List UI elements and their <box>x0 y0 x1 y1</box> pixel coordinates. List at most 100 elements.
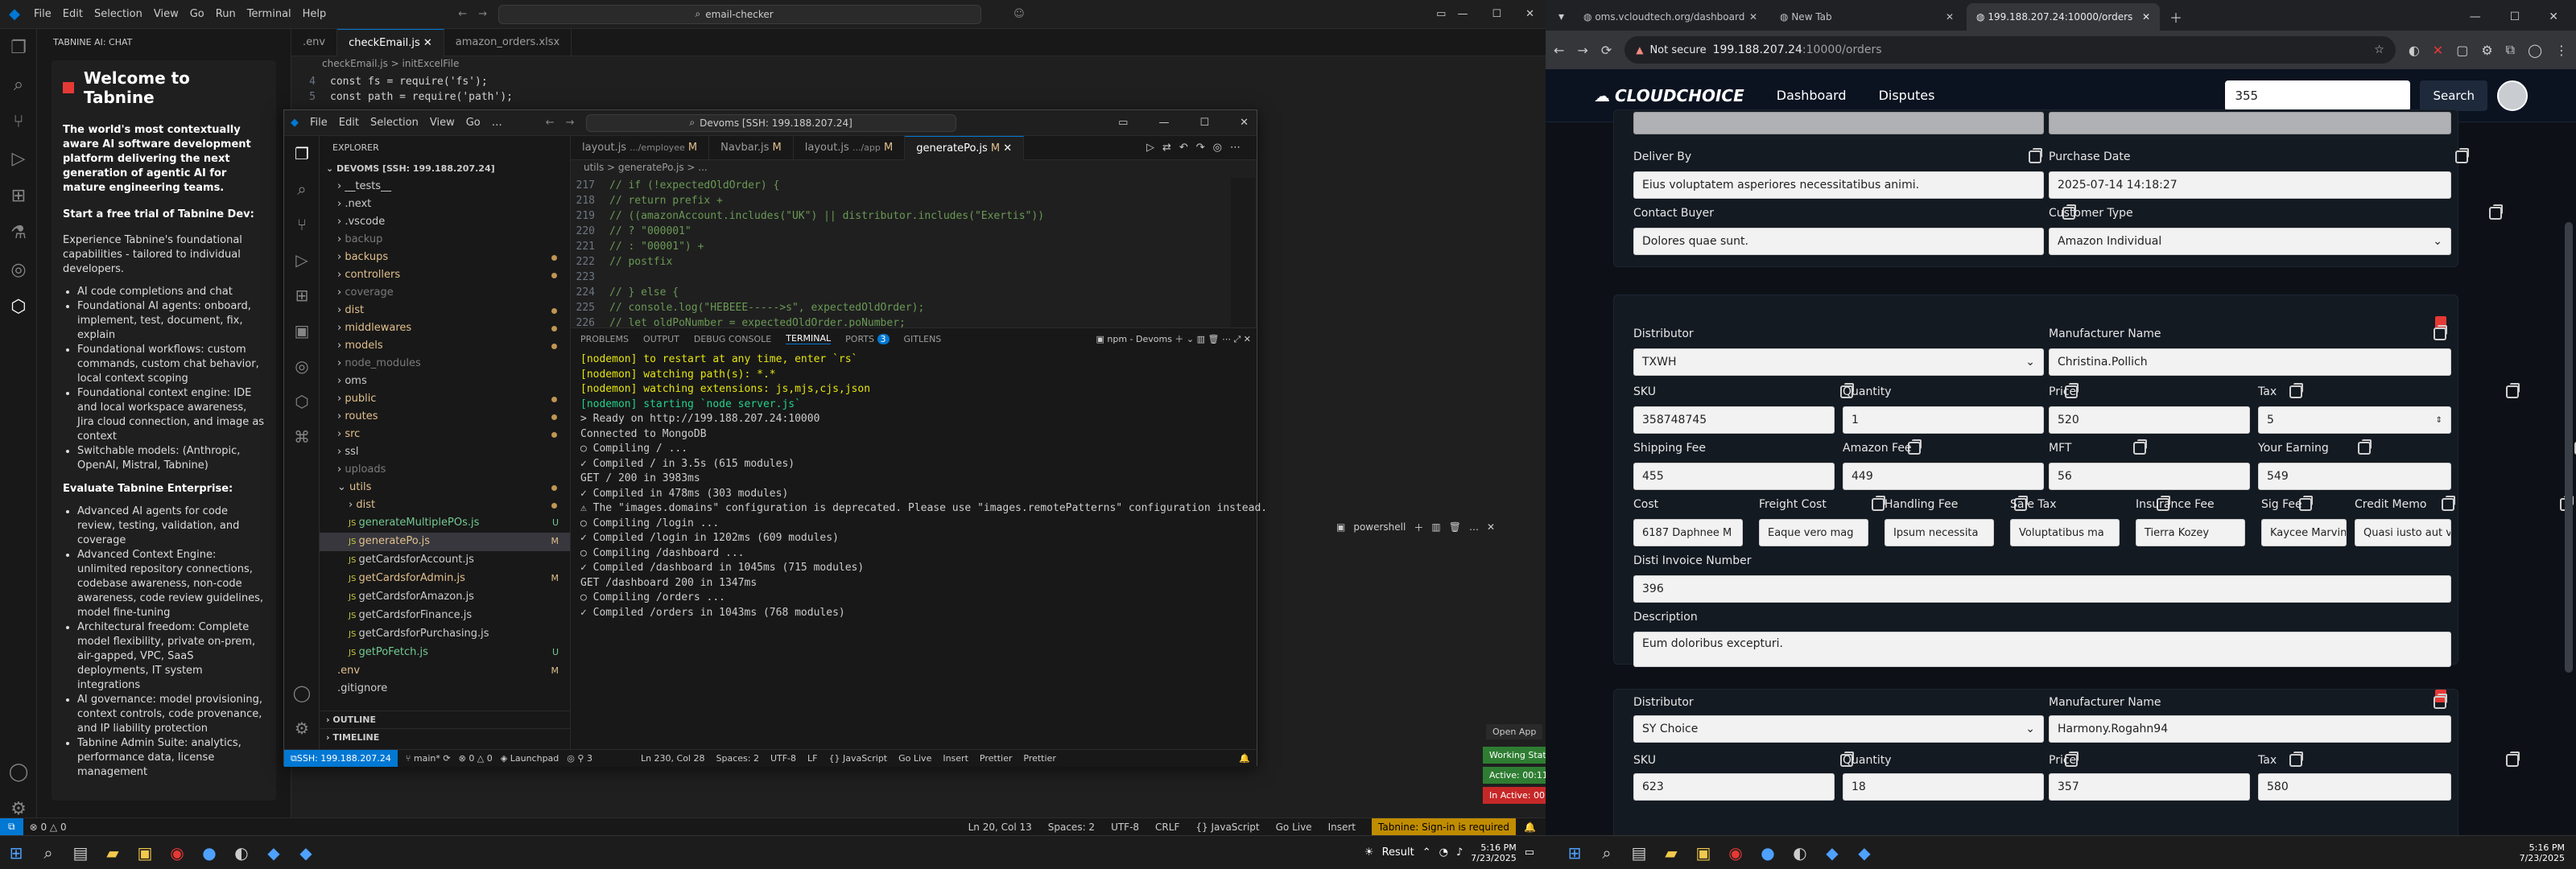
tree-item[interactable]: .env M <box>320 662 570 680</box>
windows-start-icon[interactable]: ⊞ <box>1558 837 1591 869</box>
tree-item[interactable]: JS getCardsforAmazon.js <box>320 588 570 607</box>
tree-item[interactable]: JS getCardsforAccount.js <box>320 551 570 570</box>
extension-icon-2[interactable]: ✕ <box>2433 43 2443 58</box>
terminal-label[interactable]: powershell <box>1353 521 1406 533</box>
clock[interactable]: 5:16 PM 7/23/2025 <box>1471 842 1516 863</box>
profile-icon[interactable]: ◯ <box>2528 43 2542 58</box>
amazon-fee-field[interactable]: 449 <box>1843 463 2044 490</box>
scrolled-input[interactable] <box>1633 112 2044 134</box>
explorer-icon[interactable]: ❐ <box>284 136 320 171</box>
copy-icon[interactable] <box>2506 383 2520 398</box>
extension-icon-4[interactable]: ⚙ <box>2481 43 2492 58</box>
copy-icon[interactable] <box>2289 383 2304 398</box>
file-explorer-icon[interactable]: ▰ <box>97 837 129 869</box>
quantity-field[interactable]: 18 <box>1843 773 2044 801</box>
scrollbar-thumb[interactable] <box>2565 222 2573 673</box>
tax-field[interactable]: 580 <box>2258 773 2451 801</box>
clock[interactable]: 5:16 PM 7/23/2025 <box>2520 842 2565 863</box>
freight-cost-field[interactable]: Eaque vero mag <box>1759 519 1868 546</box>
tab-dashboard[interactable]: ◍ oms.vcloudtech.org/dashboard ✕ <box>1574 3 1767 31</box>
chrome-menu-icon[interactable]: ⋮ <box>2555 43 2568 58</box>
search-button[interactable]: Search <box>2420 80 2487 111</box>
encoding[interactable]: UTF-8 <box>770 753 796 764</box>
terminal-output[interactable]: [nodemon] to restart at any time, enter … <box>571 349 1267 624</box>
notifications-bell-icon[interactable]: 🔔 <box>1239 753 1250 764</box>
tree-item[interactable]: › .next <box>320 196 570 213</box>
notification-icon[interactable]: ▭ <box>1525 846 1534 859</box>
tree-item[interactable]: › controllers <box>320 266 570 284</box>
cost-field[interactable]: 6187 Daphnee M <box>1633 519 1743 546</box>
code-line[interactable]: 222// postfix <box>571 254 1231 270</box>
tab-env[interactable]: .env <box>291 28 338 56</box>
tree-item[interactable]: › coverage <box>320 284 570 302</box>
credit-memo-field[interactable]: Quasi iusto aut v <box>2355 519 2451 546</box>
command-center-search[interactable]: ⌕ email-checker <box>498 4 982 24</box>
copy-icon[interactable] <box>2489 204 2504 220</box>
cloudchoice-logo[interactable]: ☁ CLOUDCHOICE <box>1594 86 1744 105</box>
go-live[interactable]: Go Live <box>1276 822 1312 833</box>
notifications-bell-icon[interactable]: 🔔 <box>1524 822 1536 833</box>
price-field[interactable]: 357 <box>2049 773 2250 801</box>
order-search-input[interactable]: 355 <box>2225 80 2411 111</box>
tabnine-icon[interactable]: ⬡ <box>284 384 320 419</box>
menu-run[interactable]: Run <box>216 8 236 20</box>
tab-generatepo[interactable]: generatePo.js M ✕ <box>905 135 1025 160</box>
close-icon[interactable]: ✕ <box>2549 10 2558 23</box>
launchpad[interactable]: ◈ Launchpad <box>501 753 559 764</box>
store-icon[interactable]: ▣ <box>129 837 161 869</box>
chrome-icon[interactable]: ◉ <box>161 837 193 869</box>
nav-disputes[interactable]: Disputes <box>1879 88 1935 103</box>
more-icon[interactable]: … <box>1469 521 1479 533</box>
language-mode[interactable]: {} JavaScript <box>1195 822 1259 833</box>
testing-icon[interactable]: ⚗ <box>0 214 37 251</box>
menu-edit[interactable]: Edit <box>339 117 359 129</box>
minimize-icon[interactable]: — <box>1158 117 1169 129</box>
vscode-icon[interactable]: ◆ <box>258 837 290 869</box>
menu-view[interactable]: View <box>154 8 179 20</box>
copy-icon[interactable] <box>2289 752 2304 767</box>
distributor-select[interactable]: SY Choice ⌄ <box>1633 715 2044 743</box>
maximize-icon[interactable]: ☐ <box>1199 117 1209 129</box>
sig-fee-field[interactable]: Kaycee Marvin <box>2261 519 2347 546</box>
go-live[interactable]: Go Live <box>898 753 931 764</box>
run-debug-icon[interactable]: ▷ <box>0 140 37 177</box>
tab-new-tab[interactable]: ◍ New Tab ✕ <box>1770 3 1963 31</box>
sale-tax-field[interactable]: Voluptatibus ma <box>2010 519 2120 546</box>
remote-indicator[interactable]: ⧉ <box>0 818 23 836</box>
copy-icon[interactable] <box>2357 439 2372 455</box>
app-icon[interactable]: ◐ <box>1784 837 1816 869</box>
tax-stepper[interactable]: 5 ⇕ <box>2258 406 2451 434</box>
code-line[interactable]: 226// let oldPoNumber = expectedOldOrder… <box>571 315 1231 327</box>
add-terminal-icon[interactable]: ＋ <box>1414 521 1423 534</box>
code-line[interactable]: 224// } else { <box>571 285 1231 300</box>
menu-help[interactable]: Help <box>303 8 327 20</box>
disti-invoice-field[interactable]: 396 <box>1633 575 2451 603</box>
tree-item[interactable]: › models <box>320 337 570 355</box>
menu-go[interactable]: Go <box>190 8 204 20</box>
minimize-icon[interactable]: — <box>2470 10 2481 23</box>
price-field[interactable]: 520 <box>2049 406 2250 434</box>
run-debug-icon[interactable]: ▷ <box>284 242 320 278</box>
distributor-select[interactable]: TXWH ⌄ <box>1633 348 2044 376</box>
prettier-status[interactable]: Prettier <box>1023 753 1055 764</box>
tree-item[interactable]: › middlewares <box>320 319 570 337</box>
task-view-icon[interactable]: ▤ <box>1623 837 1655 869</box>
tab-amazon-orders[interactable]: amazon_orders.xlsx <box>444 28 572 56</box>
zoom-icon[interactable]: ● <box>193 837 225 869</box>
split-terminal-icon[interactable]: ▥ <box>1431 521 1440 533</box>
tab-orders[interactable]: ◍ 199.188.207.24:10000/orders ✕ <box>1967 3 2161 31</box>
account-icon[interactable]: ◯ <box>0 753 37 790</box>
code-editor[interactable]: 4 const fs = require('fs'); 5 const path =… <box>291 74 513 105</box>
code-line[interactable]: 219// ((amazonAccount.includes("UK") || … <box>571 208 1231 224</box>
tree-item[interactable]: › backup <box>320 231 570 249</box>
indentation[interactable]: Spaces: 2 <box>716 753 758 764</box>
layout-toggle-icon[interactable]: ▭ <box>1436 8 1446 20</box>
prettier[interactable]: Prettier <box>980 753 1012 764</box>
purchase-date-field[interactable]: 2025-07-14 14:18:27 <box>2049 171 2451 199</box>
tab-navbar[interactable]: Navbar.js M <box>709 135 794 160</box>
insert-mode[interactable]: Insert <box>943 753 968 764</box>
tab-ports[interactable]: PORTS 3 <box>845 333 890 344</box>
tabnine-icon[interactable]: ⬡ <box>0 288 37 325</box>
tree-item[interactable]: › uploads <box>320 461 570 479</box>
sku-field[interactable]: 623 <box>1633 773 1835 801</box>
